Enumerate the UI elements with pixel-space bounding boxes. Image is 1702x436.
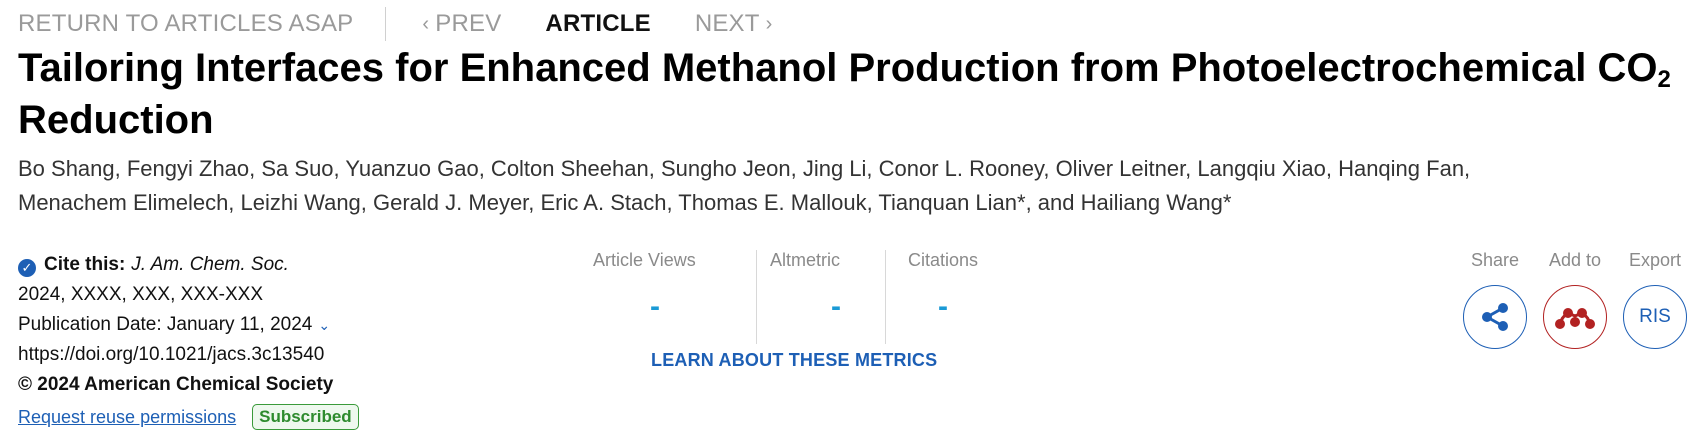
copyright-notice: © 2024 American Chemical Society — [18, 374, 334, 395]
add-to-action: Add to — [1540, 250, 1610, 349]
subscribed-badge: Subscribed — [252, 404, 359, 430]
add-to-mendeley-button[interactable] — [1543, 285, 1607, 349]
article-navigation: RETURN TO ARTICLES ASAP ‹ PREV ARTICLE N… — [18, 6, 779, 42]
cite-this-row: ✓ Cite this: J. Am. Chem. Soc. 2024, XXX… — [18, 250, 538, 310]
authors-line-2[interactable]: Menachem Elimelech, Leizhi Wang, Gerald … — [18, 186, 1678, 220]
mendeley-icon — [1555, 308, 1595, 329]
metric-divider — [885, 250, 886, 344]
chevron-right-icon: › — [765, 12, 773, 35]
metric-article-views: Article Views - — [593, 250, 733, 348]
author-list: Bo Shang, Fengyi Zhao, Sa Suo, Yuanzuo G… — [18, 152, 1678, 220]
title-subscript: 2 — [1657, 66, 1671, 93]
chevron-down-icon: ⌄ — [318, 317, 331, 333]
next-link[interactable]: NEXT › — [695, 10, 779, 38]
title-main: Tailoring Interfaces for Enhanced Methan… — [18, 46, 1658, 90]
metric-divider — [756, 250, 757, 344]
ris-label: RIS — [1639, 306, 1671, 327]
citation-block: ✓ Cite this: J. Am. Chem. Soc. 2024, XXX… — [18, 250, 538, 432]
return-to-articles-link[interactable]: RETURN TO ARTICLES ASAP — [18, 10, 353, 38]
request-reuse-permissions-link[interactable]: Request reuse permissions — [18, 402, 236, 432]
share-label: Share — [1470, 250, 1520, 270]
publication-date-row[interactable]: Publication Date: January 11, 2024 ⌄ — [18, 310, 538, 340]
article-metrics: Article Views - Altmetric - Citations - … — [580, 250, 1000, 370]
authors-line-1[interactable]: Bo Shang, Fengyi Zhao, Sa Suo, Yuanzuo G… — [18, 152, 1678, 186]
share-icon — [1482, 303, 1508, 331]
citations-value: - — [938, 290, 948, 323]
title-end: Reduction — [18, 98, 214, 142]
prev-link[interactable]: ‹ PREV — [416, 10, 501, 38]
citations-label: Citations — [908, 250, 979, 270]
article-views-label: Article Views — [593, 250, 696, 270]
publication-date: Publication Date: January 11, 2024 — [18, 314, 313, 335]
check-circle-icon: ✓ — [18, 259, 36, 277]
altmetric-value: - — [831, 290, 841, 323]
altmetric-label: Altmetric — [770, 250, 841, 270]
citation-details: 2024, XXXX, XXX, XXX-XXX — [18, 284, 264, 305]
learn-about-metrics-link[interactable]: LEARN ABOUT THESE METRICS — [651, 350, 937, 371]
nav-divider — [385, 7, 387, 41]
reuse-row: Request reuse permissions Subscribed — [18, 402, 538, 432]
add-to-label: Add to — [1548, 250, 1602, 270]
chevron-left-icon: ‹ — [422, 12, 430, 35]
export-label: Export — [1628, 250, 1682, 270]
export-ris-button[interactable]: RIS — [1623, 285, 1687, 349]
next-label: NEXT — [694, 10, 760, 37]
cite-this-label[interactable]: Cite this: — [44, 250, 125, 280]
journal-name: J. Am. Chem. Soc. — [131, 254, 289, 275]
article-title: Tailoring Interfaces for Enhanced Methan… — [18, 48, 1678, 141]
doi-link[interactable]: https://doi.org/10.1021/jacs.3c13540 — [18, 340, 538, 370]
share-button[interactable] — [1463, 285, 1527, 349]
metric-altmetric: Altmetric - — [770, 250, 910, 348]
current-article-label: ARTICLE — [545, 10, 651, 37]
article-views-value: - — [650, 290, 660, 323]
export-action: Export RIS — [1620, 250, 1690, 349]
metric-citations: Citations - — [908, 250, 1028, 348]
prev-label: PREV — [435, 10, 502, 37]
share-action: Share — [1460, 250, 1530, 349]
